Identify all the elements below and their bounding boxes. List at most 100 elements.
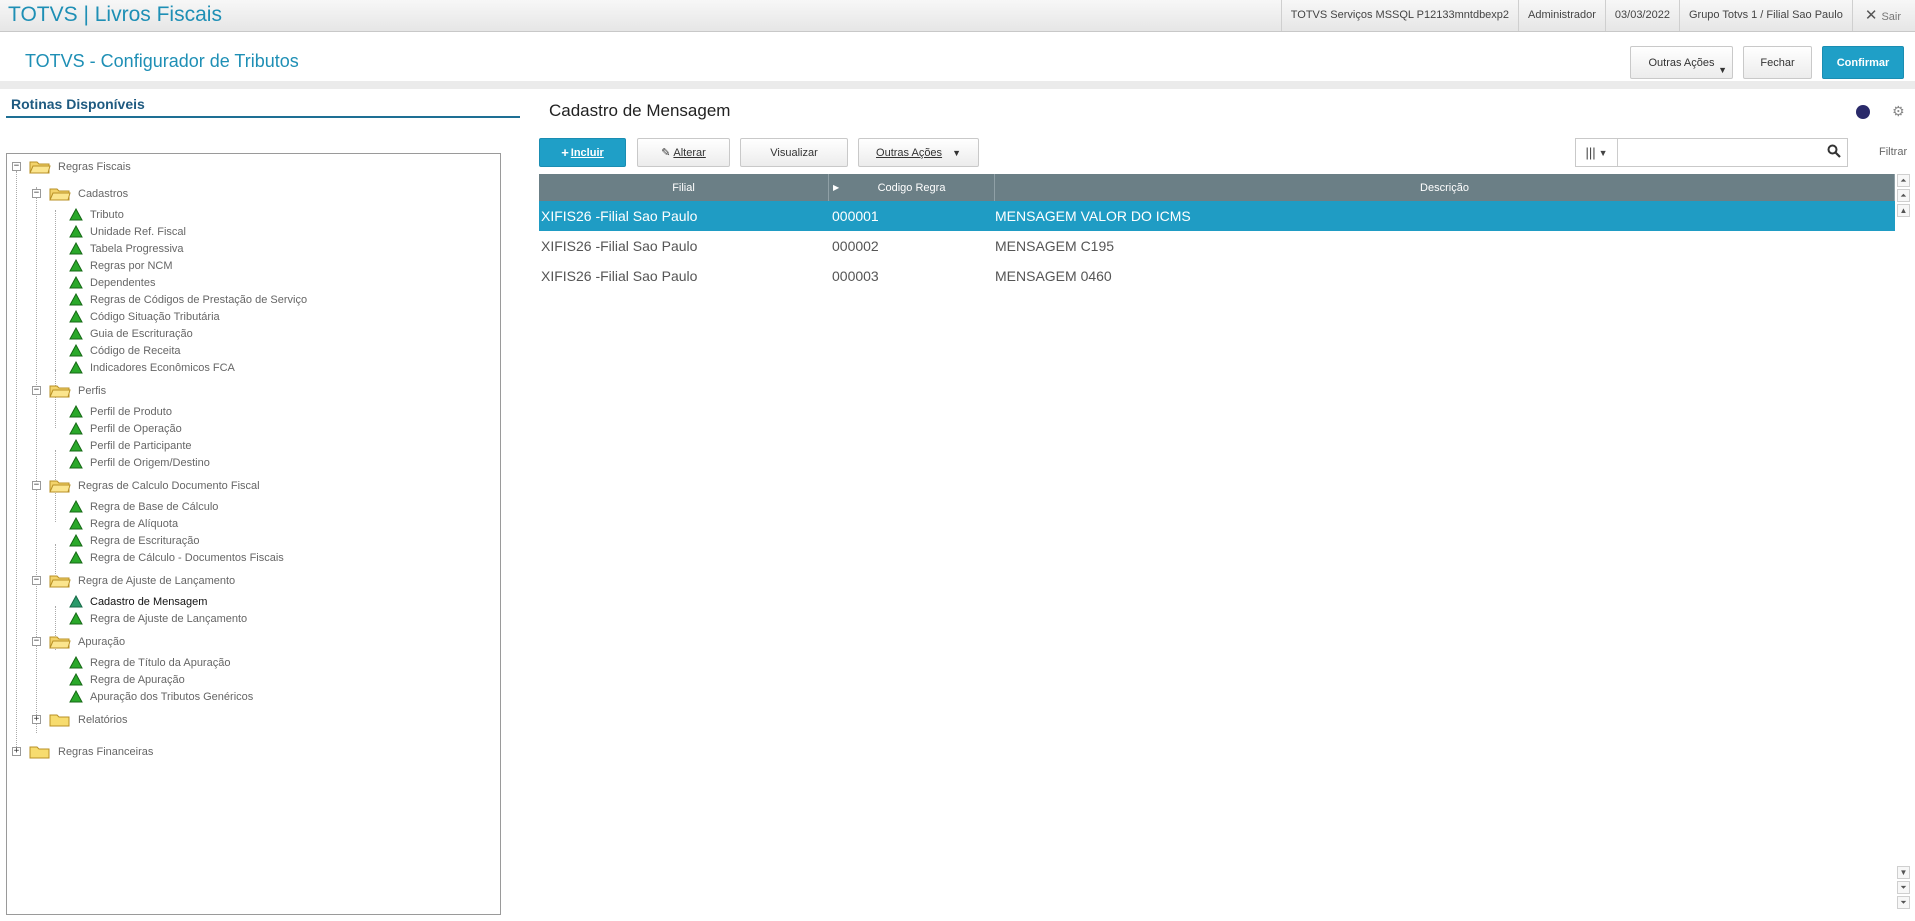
expand-icon[interactable]: + [32, 715, 41, 724]
tree-label: Guia de Escrituração [90, 327, 193, 340]
tree-label: Código de Receita [90, 344, 181, 357]
scroll-page-down-icon[interactable]: ⏷ [1897, 881, 1910, 894]
panel-title: Cadastro de Mensagem [549, 101, 731, 120]
tree-guide [36, 187, 37, 733]
settings-gear-icon[interactable]: ⚙ [1892, 103, 1905, 120]
collapse-icon[interactable]: − [32, 189, 41, 198]
filter-button[interactable]: Filtrar [1879, 146, 1907, 158]
tree-leaf-codigo-receita[interactable]: Código de Receita [69, 342, 181, 359]
cell-codigo: 000002 [832, 238, 879, 254]
scroll-down-icon[interactable]: ▼ [1897, 866, 1910, 879]
branch-info[interactable]: Grupo Totvs 1 / Filial Sao Paulo [1678, 0, 1852, 31]
green-triangle-icon [69, 327, 83, 340]
routine-tree[interactable]: − Regras Fiscais − Cadastros Tributo Uni… [6, 153, 501, 915]
confirm-button[interactable]: Confirmar [1822, 46, 1904, 79]
tree-leaf-cst[interactable]: Código Situação Tributária [69, 308, 220, 325]
tree-node-perfis[interactable]: Perfis [49, 382, 106, 399]
scroll-up-icon[interactable]: ▲ [1897, 204, 1910, 217]
tree-leaf-guia-escrituracao[interactable]: Guia de Escrituração [69, 325, 193, 342]
tree-leaf-apuracao-tributos[interactable]: Apuração dos Tributos Genéricos [69, 688, 253, 705]
tree-leaf-tabela-progressiva[interactable]: Tabela Progressiva [69, 240, 184, 257]
include-button[interactable]: + Incluir [539, 138, 626, 167]
green-triangle-icon [69, 276, 83, 289]
tree-label: Perfis [78, 384, 107, 397]
tree-leaf-codigos-prestacao[interactable]: Regras de Códigos de Prestação de Serviç… [69, 291, 307, 308]
tree-leaf-regras-ncm[interactable]: Regras por NCM [69, 257, 173, 274]
search-input[interactable] [1620, 141, 1820, 164]
scroll-top-icon[interactable]: ⏶ [1897, 174, 1910, 187]
help-icon[interactable] [1856, 105, 1870, 119]
search-box: ||| ▼ [1575, 138, 1848, 167]
collapse-icon[interactable]: − [32, 576, 41, 585]
tree-leaf-dependentes[interactable]: Dependentes [69, 274, 155, 291]
tree-leaf-tributo[interactable]: Tributo [69, 206, 124, 223]
tree-label: Cadastro de Mensagem [90, 595, 208, 608]
tree-leaf-titulo-apuracao[interactable]: Regra de Título da Apuração [69, 654, 230, 671]
green-triangle-icon [69, 534, 83, 547]
collapse-icon[interactable]: − [32, 481, 41, 490]
green-triangle-icon [69, 517, 83, 530]
green-triangle-icon [69, 422, 83, 435]
green-triangle-icon [69, 310, 83, 323]
folder-open-icon [49, 478, 71, 493]
column-header-filial[interactable]: Filial [539, 174, 829, 201]
collapse-icon[interactable]: − [12, 162, 21, 171]
tree-guide [55, 210, 56, 380]
green-triangle-icon [69, 673, 83, 686]
tree-leaf-perfil-operacao[interactable]: Perfil de Operação [69, 420, 182, 437]
column-header-descricao[interactable]: Descrição [995, 174, 1895, 201]
server-info: TOTVS Serviços MSSQL P12133mntdbexp2 [1280, 0, 1518, 31]
exit-button[interactable]: ✕ Sair [1851, 0, 1915, 31]
tree-leaf-regra-apuracao[interactable]: Regra de Apuração [69, 671, 185, 688]
tree-leaf-perfil-origem-destino[interactable]: Perfil de Origem/Destino [69, 454, 210, 471]
tree-node-cadastros[interactable]: Cadastros [49, 185, 128, 202]
grid-scrollbar[interactable]: ⏶ ⏶ ▲ ▼ ⏷ ⏷ [1897, 174, 1912, 919]
tree-label: Regra de Escrituração [90, 534, 200, 547]
tree-leaf-regra-ajuste[interactable]: Regra de Ajuste de Lançamento [69, 610, 247, 627]
green-triangle-icon [69, 595, 83, 608]
tree-label: Regras Financeiras [58, 745, 154, 758]
cell-codigo: 000001 [832, 208, 879, 224]
tree-leaf-indicadores-fca[interactable]: Indicadores Econômicos FCA [69, 359, 235, 376]
table-row[interactable]: XIFIS26 -Filial Sao Paulo 000002 MENSAGE… [539, 231, 1895, 261]
close-button[interactable]: Fechar [1743, 46, 1812, 79]
app-title: TOTVS | Livros Fiscais [8, 3, 222, 26]
tree-label: Relatórios [78, 713, 128, 726]
tree-label: Regra de Apuração [90, 673, 185, 686]
scroll-bottom-icon[interactable]: ⏷ [1897, 896, 1910, 909]
other-actions-label: Outras Ações [876, 146, 943, 159]
tree-label: Indicadores Econômicos FCA [90, 361, 235, 374]
search-icon[interactable] [1827, 144, 1841, 158]
collapse-icon[interactable]: − [32, 386, 41, 395]
tree-node-regra-ajuste[interactable]: Regra de Ajuste de Lançamento [49, 572, 235, 589]
alter-button[interactable]: ✎ Alterar [637, 138, 730, 167]
tree-label: Perfil de Operação [90, 422, 182, 435]
tree-leaf-perfil-participante[interactable]: Perfil de Participante [69, 437, 192, 454]
view-button[interactable]: Visualizar [740, 138, 848, 167]
columns-selector[interactable]: ||| ▼ [1576, 139, 1618, 166]
tree-leaf-base-calculo[interactable]: Regra de Base de Cálculo [69, 498, 218, 515]
other-actions-label: Outras Ações [1648, 56, 1715, 69]
tree-leaf-calculo-documentos[interactable]: Regra de Cálculo - Documentos Fiscais [69, 549, 284, 566]
tree-node-regras-calculo[interactable]: Regras de Calculo Documento Fiscal [49, 477, 260, 494]
tree-node-regras-financeiras[interactable]: Regras Financeiras [29, 743, 153, 760]
tree-leaf-escrituracao[interactable]: Regra de Escrituração [69, 532, 199, 549]
tree-node-regras-fiscais[interactable]: Regras Fiscais [29, 158, 131, 175]
tree-leaf-perfil-produto[interactable]: Perfil de Produto [69, 403, 172, 420]
tree-node-relatorios[interactable]: Relatórios [49, 711, 128, 728]
tree-leaf-aliquota[interactable]: Regra de Alíquota [69, 515, 178, 532]
table-row[interactable]: XIFIS26 -Filial Sao Paulo 000003 MENSAGE… [539, 261, 1895, 291]
tree-node-apuracao[interactable]: Apuração [49, 633, 125, 650]
other-actions-table-button[interactable]: Outras Ações ▼ [858, 138, 979, 167]
table-row[interactable]: XIFIS26 -Filial Sao Paulo 000001 MENSAGE… [539, 201, 1895, 231]
other-actions-button[interactable]: Outras Ações ▼ [1630, 46, 1733, 79]
scroll-page-up-icon[interactable]: ⏶ [1897, 189, 1910, 202]
expand-icon[interactable]: + [12, 747, 21, 756]
folder-open-icon [29, 159, 51, 174]
collapse-icon[interactable]: − [32, 637, 41, 646]
column-header-codigo-regra[interactable]: ▶ Codigo Regra [829, 174, 995, 201]
tree-leaf-unidade-ref-fiscal[interactable]: Unidade Ref. Fiscal [69, 223, 186, 240]
green-triangle-icon [69, 656, 83, 669]
cell-filial: XIFIS26 -Filial Sao Paulo [541, 268, 698, 284]
tree-leaf-cadastro-mensagem[interactable]: Cadastro de Mensagem [69, 593, 207, 610]
